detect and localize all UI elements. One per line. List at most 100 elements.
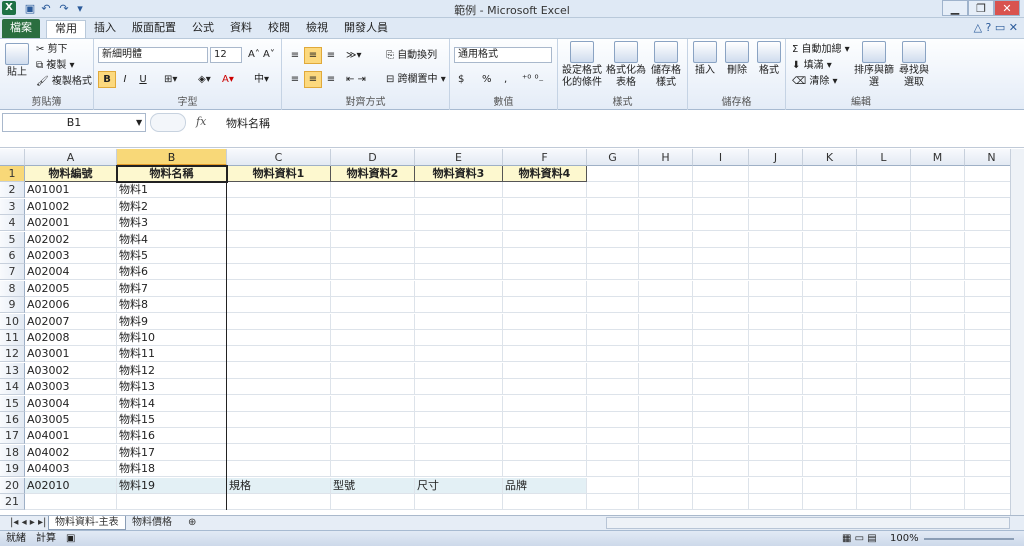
row-header[interactable]: 3 [0, 198, 25, 215]
table-cell[interactable] [857, 264, 911, 281]
column-header-e[interactable]: E [415, 149, 503, 166]
table-cell[interactable] [331, 362, 415, 379]
table-cell[interactable] [857, 395, 911, 412]
table-cell[interactable] [803, 313, 857, 330]
table-cell[interactable] [693, 297, 749, 314]
table-cell[interactable] [857, 313, 911, 330]
table-cell[interactable] [965, 330, 1010, 346]
table-cell[interactable] [803, 166, 857, 182]
format-as-table-button[interactable]: 格式化為表格 [606, 41, 646, 89]
phonetic-button[interactable]: 中▾ [254, 73, 269, 86]
table-cell[interactable]: 物料9 [117, 313, 227, 330]
table-cell[interactable] [639, 412, 693, 428]
column-header-l[interactable]: L [857, 149, 911, 166]
table-cell[interactable] [965, 363, 1010, 379]
table-cell[interactable] [117, 494, 227, 510]
table-cell[interactable] [639, 166, 693, 182]
table-cell[interactable] [227, 346, 331, 363]
tab-file[interactable]: 檔案 [2, 19, 40, 38]
table-cell[interactable] [857, 231, 911, 248]
font-size-select[interactable]: 12 [210, 47, 242, 63]
table-cell[interactable] [911, 428, 965, 445]
table-cell[interactable] [803, 477, 857, 494]
row-header[interactable]: 10 [0, 313, 25, 330]
name-box-dropdown-icon[interactable]: ▼ [136, 118, 142, 127]
row-header[interactable]: 21 [0, 494, 25, 510]
column-header-j[interactable]: J [749, 149, 803, 166]
table-cell[interactable] [639, 346, 693, 363]
table-cell[interactable] [587, 346, 639, 363]
table-cell[interactable] [587, 428, 639, 445]
table-cell[interactable] [965, 494, 1010, 510]
table-cell[interactable]: A03003 [25, 379, 117, 396]
table-cell[interactable] [803, 231, 857, 248]
table-cell[interactable] [803, 248, 857, 264]
table-cell[interactable]: A01002 [25, 198, 117, 215]
table-cell[interactable] [415, 362, 503, 379]
table-cell[interactable] [415, 297, 503, 314]
table-cell[interactable] [965, 166, 1010, 182]
header-cell[interactable]: 物料資料4 [503, 166, 587, 182]
cell-styles-button[interactable]: 儲存格樣式 [648, 41, 684, 89]
table-cell[interactable]: 品牌 [503, 477, 587, 494]
formula-buttons[interactable] [150, 113, 186, 132]
vertical-scrollbar[interactable] [1010, 149, 1024, 515]
orientation-button[interactable]: ≫▾ [346, 49, 362, 62]
table-cell[interactable] [857, 494, 911, 510]
table-cell[interactable] [415, 280, 503, 297]
table-cell[interactable] [749, 477, 803, 494]
align-top-icon[interactable]: ≡ [286, 47, 304, 64]
delete-cells-button[interactable]: 刪除 [722, 41, 752, 77]
table-cell[interactable]: 物料16 [117, 428, 227, 445]
table-cell[interactable] [639, 182, 693, 199]
bold-button[interactable]: B [98, 71, 116, 88]
table-cell[interactable] [749, 264, 803, 281]
table-cell[interactable] [749, 444, 803, 461]
table-cell[interactable]: A04002 [25, 444, 117, 461]
format-painter-button[interactable]: 🖌 複製格式 [36, 75, 92, 88]
column-header-n[interactable]: N [965, 149, 1010, 166]
table-cell[interactable] [503, 461, 587, 478]
table-cell[interactable] [857, 166, 911, 182]
clear-button[interactable]: ⌫ 清除 ▾ [792, 75, 838, 88]
table-cell[interactable] [227, 494, 331, 510]
table-cell[interactable] [587, 248, 639, 264]
table-cell[interactable] [749, 362, 803, 379]
table-cell[interactable]: 物料7 [117, 280, 227, 297]
table-cell[interactable] [331, 248, 415, 264]
insert-function-icon[interactable]: fx [196, 115, 206, 128]
table-cell[interactable] [749, 280, 803, 297]
row-header[interactable]: 4 [0, 215, 25, 232]
table-cell[interactable] [639, 444, 693, 461]
table-cell[interactable] [803, 215, 857, 232]
table-cell[interactable] [857, 444, 911, 461]
table-cell[interactable] [965, 379, 1010, 396]
table-cell[interactable] [693, 330, 749, 346]
table-cell[interactable] [749, 215, 803, 232]
macro-record-icon[interactable]: ▣ [66, 531, 75, 546]
row-header[interactable]: 17 [0, 428, 25, 445]
header-cell[interactable]: 物料名稱 [117, 166, 227, 182]
table-cell[interactable] [503, 182, 587, 199]
table-cell[interactable] [965, 297, 1010, 314]
table-cell[interactable] [639, 379, 693, 396]
table-cell[interactable] [749, 182, 803, 199]
table-cell[interactable]: A04003 [25, 461, 117, 478]
table-cell[interactable] [503, 264, 587, 281]
tab-formulas[interactable]: 公式 [184, 20, 222, 38]
header-cell[interactable]: 物料資料1 [227, 166, 331, 182]
merge-center-button[interactable]: ⊟ 跨欄置中 ▾ [386, 73, 446, 86]
column-header-b[interactable]: B [117, 149, 227, 166]
table-cell[interactable] [503, 297, 587, 314]
fill-color-button[interactable]: ◈▾ [198, 73, 211, 86]
table-cell[interactable] [911, 412, 965, 428]
row-header[interactable]: 14 [0, 379, 25, 396]
table-cell[interactable] [965, 428, 1010, 445]
table-cell[interactable]: 規格 [227, 477, 331, 494]
table-cell[interactable] [911, 248, 965, 264]
table-cell[interactable] [587, 280, 639, 297]
row-header[interactable]: 6 [0, 248, 25, 264]
table-cell[interactable]: 物料14 [117, 395, 227, 412]
table-cell[interactable] [965, 412, 1010, 428]
table-cell[interactable] [227, 297, 331, 314]
